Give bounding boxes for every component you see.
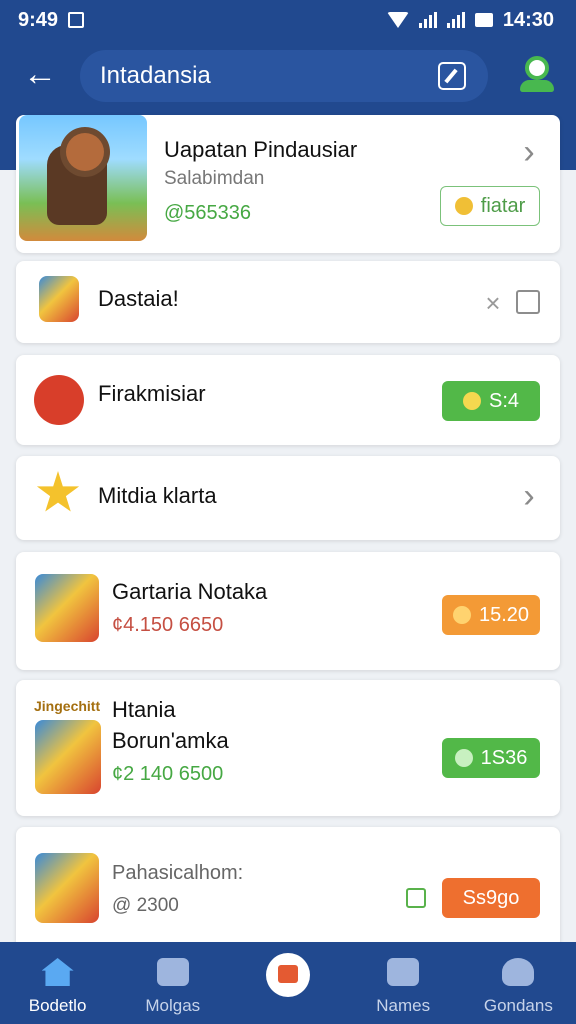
item-title: Mitdia klarta xyxy=(98,483,217,508)
chat-icon xyxy=(156,958,189,986)
nav-center[interactable] xyxy=(238,948,338,1018)
item-action-button[interactable]: S:4 xyxy=(442,381,540,421)
nav-label: Molgas xyxy=(145,996,201,1015)
list-item-3[interactable]: Firakmisiar S:4 xyxy=(16,355,560,445)
image-notification-icon xyxy=(68,12,85,28)
list-item-5[interactable]: Gartaria Notaka ¢4.150 6650 15.20 xyxy=(16,552,560,670)
egg-icon xyxy=(34,375,84,425)
item-title: Firakmisiar xyxy=(98,381,206,406)
item-action-label: 1S36 xyxy=(480,746,528,769)
item-title: Dastaia! xyxy=(98,286,179,311)
nav-home[interactable]: Bodetlo xyxy=(8,948,108,1018)
status-time-left: 9:49 xyxy=(18,8,59,31)
chevron-right-icon[interactable]: › xyxy=(518,135,540,169)
user-icon xyxy=(502,958,535,986)
item-action-button[interactable]: Ss9go xyxy=(442,878,540,918)
status-bar: 9:49 14:30 xyxy=(0,0,576,40)
item-subtitle: Salabimdan xyxy=(164,168,265,189)
item-action-label: 15.20 xyxy=(478,603,530,626)
nav-label: Bodetlo xyxy=(28,996,87,1015)
share-icon[interactable] xyxy=(516,290,540,314)
nav-label: Gondans xyxy=(483,996,553,1015)
coin-icon xyxy=(454,749,473,767)
item-title-line-2: Borun'amka xyxy=(112,728,229,753)
status-left: 9:49 xyxy=(18,8,85,32)
list-item-4[interactable]: Mitdia klarta › xyxy=(16,456,560,540)
close-icon[interactable]: × xyxy=(482,290,504,316)
item-action-button[interactable]: 1S36 xyxy=(442,738,540,778)
item-price: ¢4.150 6650 xyxy=(112,614,224,636)
back-arrow-icon[interactable]: ← xyxy=(20,54,60,94)
coin-icon xyxy=(454,197,473,215)
edit-icon[interactable] xyxy=(406,888,426,908)
list-item-6[interactable]: Jingechitt Htania Borun'amka ¢2 140 6500… xyxy=(16,680,560,816)
list-item-2[interactable]: Dastaia! × xyxy=(16,261,560,343)
nav-messages[interactable]: Molgas xyxy=(123,948,223,1018)
battery-icon xyxy=(474,13,493,27)
item-action-label: fiatar xyxy=(480,194,526,217)
item-action-button[interactable]: fiatar xyxy=(440,186,540,226)
edit-icon[interactable] xyxy=(438,62,466,90)
home-icon xyxy=(41,958,74,986)
game-thumbnail xyxy=(35,574,99,642)
nav-names[interactable]: Names xyxy=(353,948,453,1018)
character-icon xyxy=(39,276,79,322)
header-pill: Intadansia xyxy=(80,50,488,102)
nav-label: Names xyxy=(376,996,431,1015)
thumbnail-label: Jingechitt xyxy=(34,698,101,714)
coin-icon xyxy=(452,606,471,624)
item-action-button[interactable]: 15.20 xyxy=(442,595,540,635)
profile-body-icon-part xyxy=(520,80,554,92)
status-right: 14:30 xyxy=(386,8,554,32)
game-thumbnail xyxy=(35,853,99,923)
coin-icon xyxy=(462,392,481,410)
item-title: Uapatan Pindausiar xyxy=(164,137,358,162)
signal-icon-secondary xyxy=(446,12,465,28)
status-time-right: 14:30 xyxy=(502,8,554,31)
heart-icon xyxy=(387,958,420,986)
nav-profile[interactable]: Gondans xyxy=(468,948,568,1018)
profile-icon[interactable] xyxy=(516,54,558,100)
item-title: Pahasicalhom: xyxy=(112,862,244,884)
signal-icon xyxy=(418,12,437,28)
chevron-right-icon[interactable]: › xyxy=(518,479,540,513)
list-item-1[interactable]: Uapatan Pindausiar Salabimdan @565336 › … xyxy=(16,115,560,253)
item-action-label: Ss9go xyxy=(462,886,520,909)
item-price: @565336 xyxy=(164,202,252,224)
game-thumbnail xyxy=(19,115,147,241)
profile-head-icon-part xyxy=(525,56,549,80)
page-title: Intadansia xyxy=(100,62,211,89)
app-bar: ← Intadansia xyxy=(0,40,576,115)
item-title: Gartaria Notaka xyxy=(112,579,268,604)
item-price: ¢2 140 6500 xyxy=(112,763,224,785)
center-action-icon[interactable] xyxy=(265,953,310,997)
item-action-label: S:4 xyxy=(488,389,520,412)
bottom-navigation: Bodetlo Molgas Names Gondans xyxy=(0,942,576,1024)
star-icon xyxy=(36,471,80,512)
game-thumbnail xyxy=(35,720,101,794)
item-title-line-1: Htania xyxy=(112,697,176,722)
list-item-7[interactable]: Pahasicalhom: @ 2300 Ss9go xyxy=(16,827,560,949)
wifi-icon xyxy=(386,12,409,28)
item-price: @ 2300 xyxy=(112,895,179,916)
